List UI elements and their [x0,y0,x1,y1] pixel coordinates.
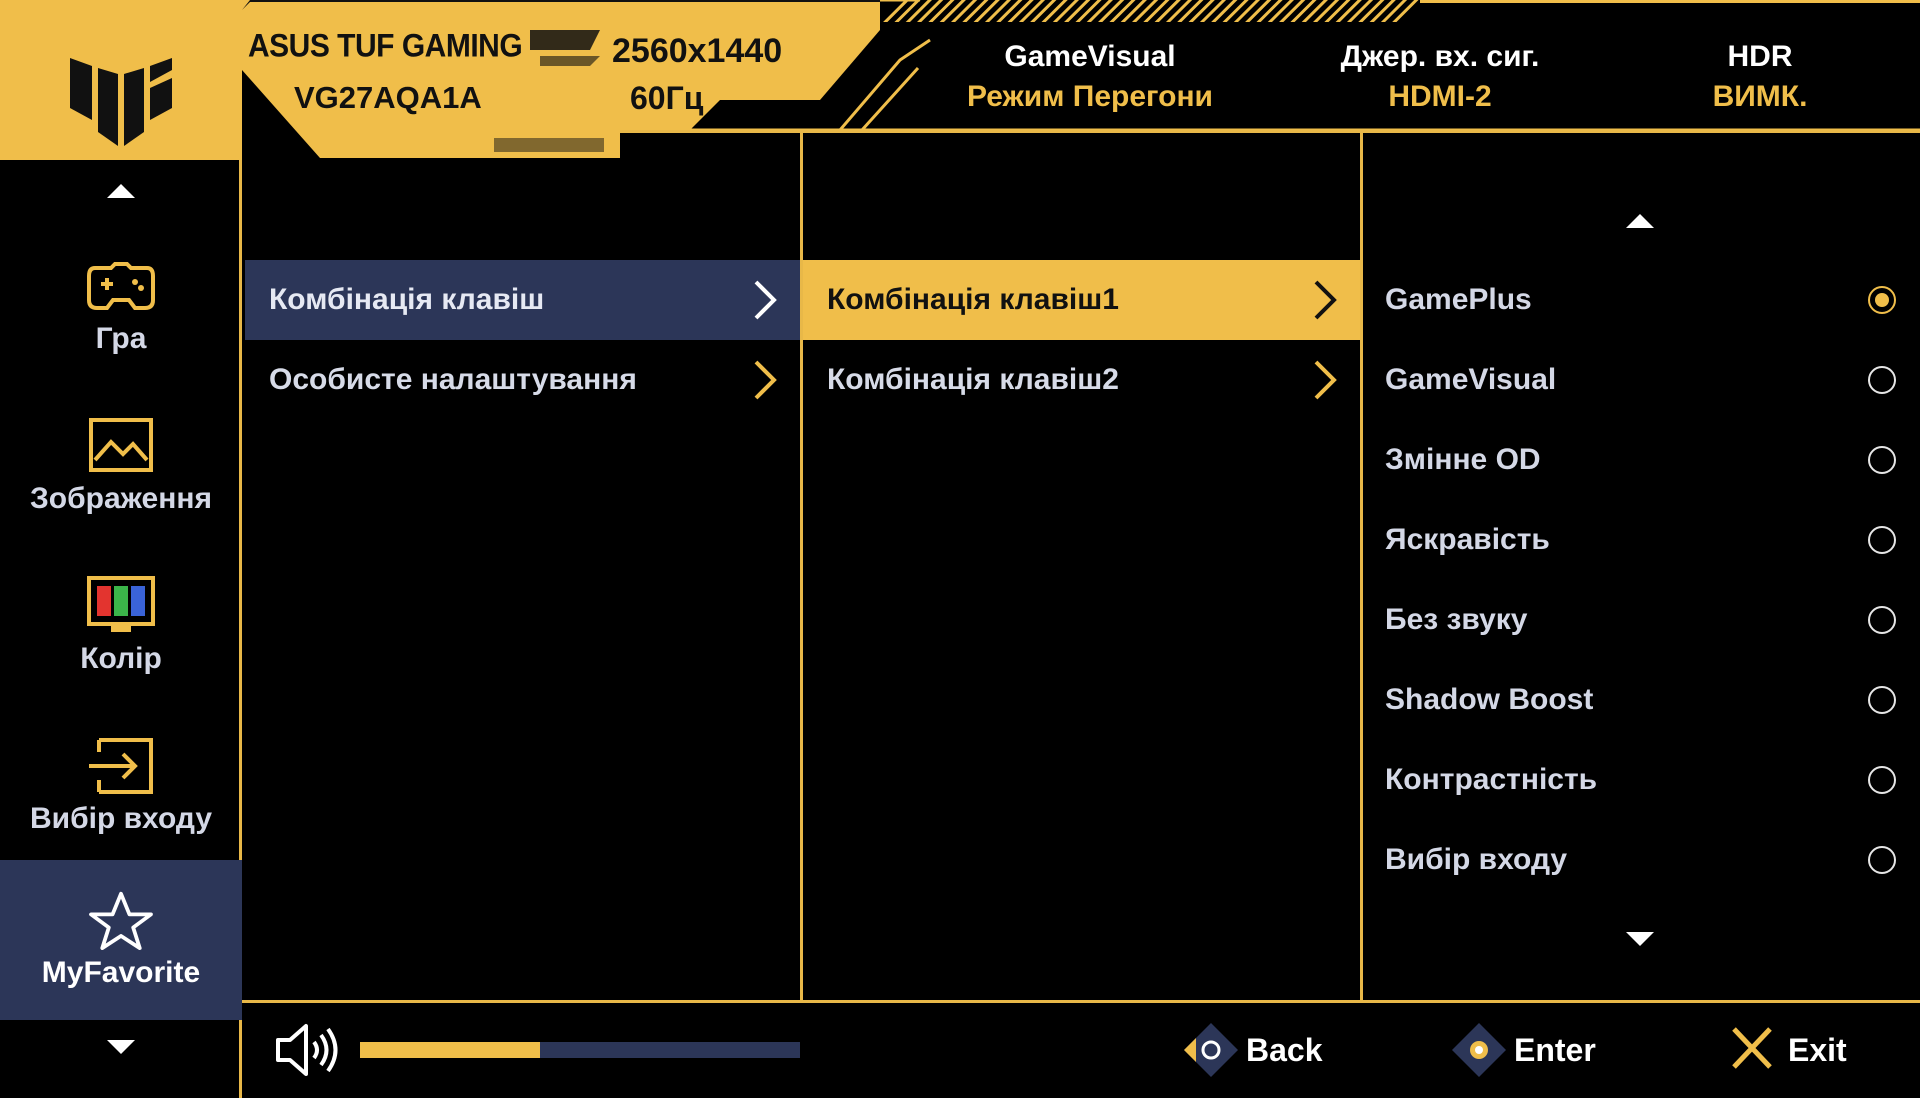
status-gamevisual: GameVisual Режим Перегони [940,40,1240,114]
exit-button[interactable]: Exit [1724,1018,1847,1082]
chevron-right-icon [754,280,777,320]
menu-item-label: Комбінація клавіш [269,283,545,316]
enter-button[interactable]: Enter [1450,1018,1596,1082]
option-mute[interactable]: Без звуку [1363,580,1920,660]
footer-divider [242,1000,1920,1003]
menu-item-label: Комбінація клавіш1 [827,283,1119,316]
chevron-right-icon [1314,360,1337,400]
star-icon [89,891,153,950]
chevron-right-icon [754,360,777,400]
sidebar-item-label: Вибір входу [29,802,213,835]
status-hdr: HDR ВИМК. [1640,40,1880,114]
radio-button[interactable] [1868,606,1896,634]
option-shadow-boost[interactable]: Shadow Boost [1363,660,1920,740]
menu-item-shortcut-2[interactable]: Комбінація клавіш2 [803,340,1360,420]
back-button[interactable]: Back [1182,1018,1323,1082]
radio-button[interactable] [1868,766,1896,794]
joystick-enter-icon [1452,1023,1506,1077]
main-menu-sidebar: Гра Зображення Колір Вибір входу MyFavor… [0,160,242,1098]
menu-item-shortcut-1[interactable]: Комбінація клавіш1 [803,260,1360,340]
sidebar-item-color[interactable]: Колір [0,546,242,706]
image-icon [89,418,153,472]
status-value: Режим Перегони [966,80,1214,113]
radio-button[interactable] [1868,446,1896,474]
radio-button[interactable] [1868,366,1896,394]
option-label: Контрастність [1385,763,1598,796]
back-label: Back [1246,1031,1323,1068]
input-icon [89,738,153,794]
chevron-right-icon [1314,280,1337,320]
close-icon [1732,1027,1772,1069]
gamepad-icon [87,262,155,310]
menu-item-label: Комбінація клавіш2 [827,363,1119,396]
exit-label: Exit [1788,1031,1847,1068]
scroll-down-icon[interactable] [0,1036,242,1056]
option-gamevisual[interactable]: GameVisual [1363,340,1920,420]
radio-button[interactable] [1868,686,1896,714]
menu-item-label: Особисте налаштування [269,363,637,396]
sidebar-item-input-select[interactable]: Вибір входу [0,706,242,866]
sidebar-item-label: MyFavorite [41,956,201,989]
status-value: HDMI-2 [1388,80,1492,113]
options-scroll-down-icon[interactable] [1620,928,1660,948]
status-label: Джер. вх. сиг. [1340,40,1540,73]
color-icon [87,576,155,632]
speaker-icon [276,1024,338,1076]
status-value: ВИМК. [1712,80,1808,113]
refresh-rate-readout: 60Гц [630,80,704,116]
enter-label: Enter [1514,1031,1596,1068]
volume-slider[interactable] [360,1042,800,1058]
osd-header: ASUS TUF GAMING VG27AQA1A 2560x1440 60Гц… [0,0,1920,160]
option-label: GameVisual [1385,363,1557,396]
joystick-back-icon [1184,1023,1238,1077]
radio-button[interactable] [1868,526,1896,554]
status-label: HDR [1727,40,1793,73]
option-input-select[interactable]: Вибір входу [1363,820,1920,900]
option-label: Shadow Boost [1385,683,1594,716]
resolution-readout: 2560x1440 [612,32,783,70]
sidebar-item-label: Зображення [30,482,212,515]
sidebar-item-game[interactable]: Гра [0,226,242,386]
header-divider [620,130,1920,133]
volume-level-fill [360,1042,541,1058]
model-name: VG27AQA1A [294,80,482,115]
radio-button-checked[interactable] [1868,286,1896,314]
options-scroll-up-icon[interactable] [1620,210,1660,230]
option-label: Яскравість [1385,523,1550,556]
menu-item-shortcut[interactable]: Комбінація клавіш [245,260,800,340]
sidebar-item-label: Гра [95,322,147,355]
option-variable-od[interactable]: Змінне OD [1363,420,1920,500]
sidebar-item-image[interactable]: Зображення [0,386,242,546]
brand-name: ASUS TUF GAMING [248,28,523,65]
option-label: Без звуку [1385,603,1528,636]
option-label: Змінне OD [1385,443,1541,476]
sidebar-item-label: Колір [80,642,162,675]
sidebar-item-myfavorite[interactable]: MyFavorite [0,860,242,1020]
status-input-source: Джер. вх. сиг. HDMI-2 [1300,40,1580,114]
menu-item-personal-setting[interactable]: Особисте налаштування [245,340,800,420]
option-label: Вибір входу [1385,843,1568,876]
option-brightness[interactable]: Яскравість [1363,500,1920,580]
status-label: GameVisual [1004,40,1176,73]
option-label: GamePlus [1385,283,1532,316]
option-contrast[interactable]: Контрастність [1363,740,1920,820]
radio-button[interactable] [1868,846,1896,874]
scroll-up-icon[interactable] [0,180,242,200]
option-gameplus[interactable]: GamePlus [1363,260,1920,340]
